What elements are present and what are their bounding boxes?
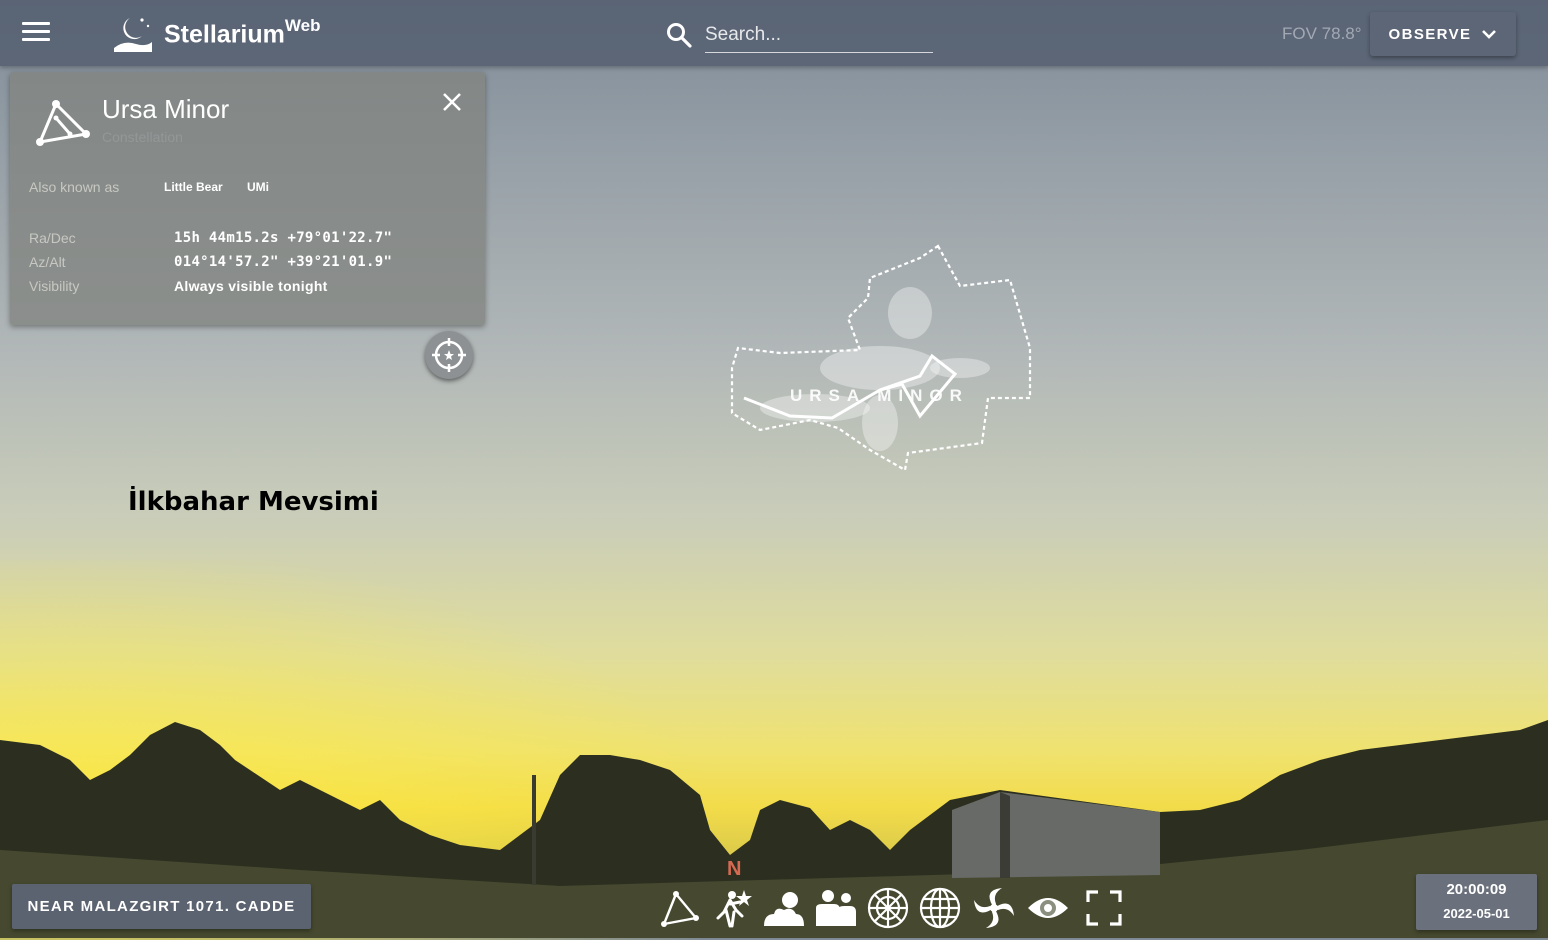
location-button[interactable]: NEAR MALAZGIRT 1071. CADDE xyxy=(12,884,311,929)
top-app-bar: StellariumWeb FOV 78.8° OBSERVE xyxy=(0,0,1548,66)
radec-label: Ra/Dec xyxy=(29,230,76,246)
also-known-label: Also known as xyxy=(29,179,120,195)
little-bear-artwork xyxy=(760,287,990,451)
azimuthal-grid-icon[interactable] xyxy=(866,886,910,930)
azalt-value: 014°14'57.2" +39°21'01.9" xyxy=(174,254,393,270)
deep-sky-objects-icon[interactable] xyxy=(972,886,1016,930)
people-icon[interactable] xyxy=(814,886,858,930)
observe-button-label: OBSERVE xyxy=(1388,25,1472,43)
search-icon[interactable] xyxy=(666,22,692,48)
app-title: StellariumWeb xyxy=(164,16,321,49)
radec-value: 15h 44m15.2s +79°01'22.7" xyxy=(174,230,393,246)
landscape-icon[interactable] xyxy=(762,886,806,930)
north-marker: N xyxy=(727,858,742,880)
atmosphere-icon[interactable] xyxy=(710,886,754,930)
object-type: Constellation xyxy=(102,129,183,145)
alias-chip: UMi xyxy=(247,180,269,194)
constellation-icon xyxy=(36,100,90,146)
target-icon xyxy=(432,338,466,372)
alias-chip: Little Bear xyxy=(164,180,223,194)
ursa-minor-constellation[interactable] xyxy=(720,238,1040,478)
eye-icon[interactable] xyxy=(1026,886,1070,930)
menu-icon-line xyxy=(22,38,50,41)
selected-object-panel: Ursa Minor Constellation Also known as L… xyxy=(10,72,485,325)
date-time-button[interactable]: 20:00:09 2022-05-01 xyxy=(1416,874,1537,930)
constellation-label: URSA MINOR xyxy=(790,386,969,405)
search-input[interactable] xyxy=(705,18,933,53)
visibility-value: Always visible tonight xyxy=(174,278,328,294)
menu-icon-line xyxy=(22,30,50,33)
app-title-text: Stellarium xyxy=(164,20,285,49)
constellations-icon[interactable] xyxy=(658,886,702,930)
center-on-object-button[interactable] xyxy=(425,331,473,379)
visibility-label: Visibility xyxy=(29,278,80,294)
menu-button[interactable] xyxy=(22,22,50,44)
object-title: Ursa Minor xyxy=(102,94,230,124)
chevron-down-icon xyxy=(1482,30,1497,39)
azalt-label: Az/Alt xyxy=(29,254,66,270)
menu-icon-line xyxy=(22,22,50,25)
equatorial-grid-icon[interactable] xyxy=(918,886,962,930)
app-title-superscript: Web xyxy=(284,16,321,35)
season-caption: İlkbahar Mevsimi xyxy=(128,487,379,517)
stellarium-logo-icon xyxy=(114,18,152,52)
time-readout: 20:00:09 xyxy=(1446,881,1507,898)
fullscreen-icon[interactable] xyxy=(1082,886,1126,930)
observe-button[interactable]: OBSERVE xyxy=(1370,12,1516,56)
fov-readout: FOV 78.8° xyxy=(1282,24,1362,43)
close-icon[interactable] xyxy=(440,90,464,114)
date-readout: 2022-05-01 xyxy=(1443,906,1510,921)
